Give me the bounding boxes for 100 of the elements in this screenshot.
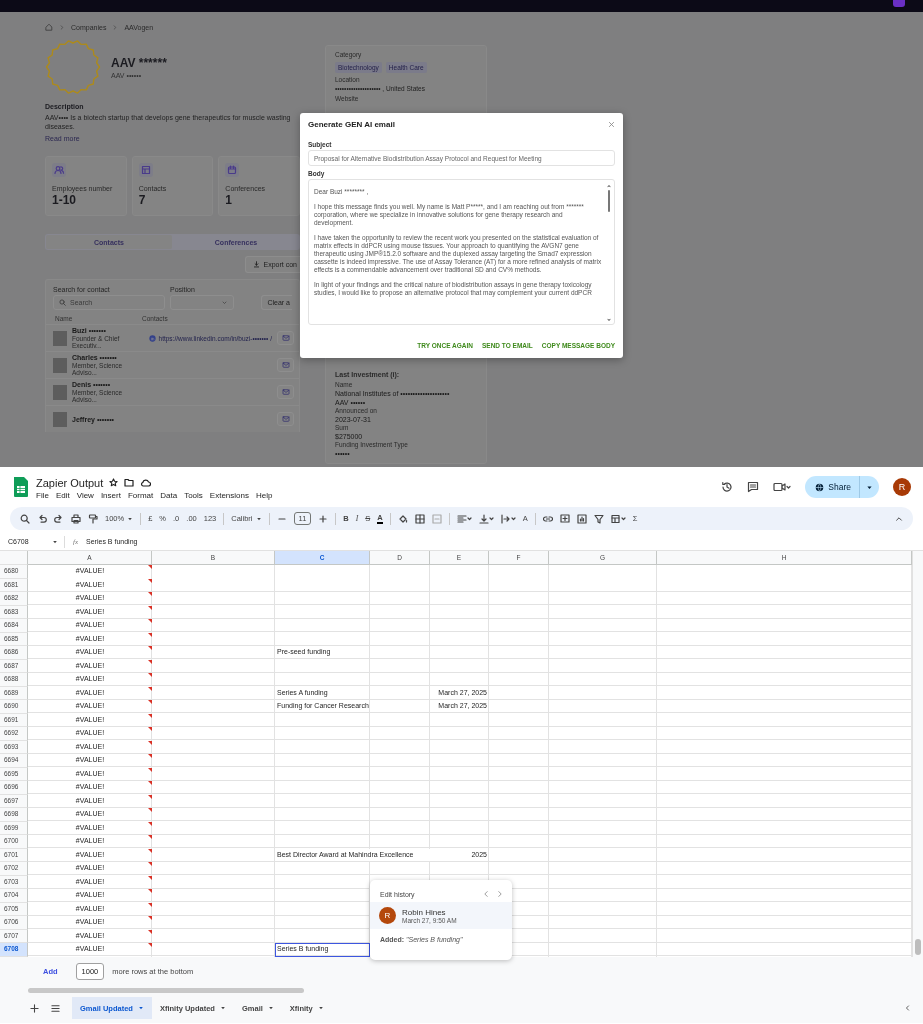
search-icon[interactable] [20,513,30,524]
envelope-icon [281,389,290,395]
error-marker-icon [148,740,152,745]
error-marker-icon [148,929,152,934]
stat-value: 7 [138,193,147,207]
error-marker-icon [148,781,152,785]
error-marker-icon [148,835,152,839]
board-icon [138,163,153,177]
sheets-logo-icon[interactable] [13,476,29,498]
error-marker-icon [148,808,152,812]
wrap-text-icon[interactable] [500,513,516,524]
align-left-icon[interactable] [456,513,472,524]
error-marker-icon [148,646,152,650]
envelope-icon [281,416,290,422]
error-marker-icon [148,592,152,596]
folder-icon[interactable] [124,478,135,487]
error-marker-icon [148,794,152,799]
people-icon [52,163,66,177]
error-marker-icon [148,902,152,907]
paint-format-icon[interactable] [88,513,98,524]
menu-item[interactable]: Tools [184,490,203,500]
add-sheet-icon[interactable] [30,1003,39,1013]
sheet-list-icon[interactable] [51,1003,60,1013]
error-marker-icon [148,875,152,880]
fill-color-icon[interactable] [397,513,408,524]
stat-value: 1-10 [52,193,78,207]
error-marker-icon [148,713,152,718]
caret-icon [222,300,227,305]
download-icon [252,261,260,268]
vertical-align-icon[interactable] [478,513,494,524]
error-marker-icon [148,767,152,772]
print-icon[interactable] [71,513,81,524]
table-view-icon[interactable] [610,513,626,524]
redo-icon[interactable] [54,513,64,524]
photo-placeholder [53,384,67,400]
menu-item[interactable]: Data [160,490,178,500]
menu-item[interactable]: Edit [55,490,70,500]
photo-placeholder [53,411,67,427]
caret-icon [137,1005,144,1011]
globe-icon [815,482,825,492]
comment-icon[interactable] [747,481,760,493]
caret-icon [127,515,134,522]
error-marker-icon [148,916,152,920]
error-marker-icon [148,700,152,704]
photo-placeholder [53,357,67,373]
document-title[interactable]: Zapier Output [36,476,104,489]
merge-cells-icon[interactable] [431,513,442,524]
company-name: AAV ****** [111,55,167,70]
error-marker-icon [148,848,152,853]
caret-icon [219,1005,226,1011]
menu-item[interactable]: Help [256,490,273,500]
undo-icon[interactable] [37,513,47,524]
stat-value: 1 [225,193,234,207]
scrollbar-thumb[interactable] [915,939,921,955]
error-marker-icon [148,862,152,866]
error-marker-icon [148,619,152,623]
error-marker-icon [148,821,152,826]
scrollbar-thumb[interactable] [28,987,304,993]
error-marker-icon [148,686,152,691]
menu-item[interactable]: Extensions [209,490,249,500]
body-field[interactable] [308,179,615,325]
envelope-icon [281,335,290,341]
profile-link-icon[interactable] [148,334,156,342]
user-avatar: R [379,907,396,924]
search-icon [59,299,66,306]
account-avatar[interactable]: R [893,478,911,496]
error-marker-icon [148,632,152,637]
error-marker-icon [148,889,152,893]
dialog-title: Generate GEN AI email [308,120,395,129]
menu-item[interactable]: File [36,490,49,500]
filter-icon[interactable] [593,513,604,524]
cloud-icon[interactable] [140,478,152,487]
user-name: Robin Hines [402,907,447,917]
share-button[interactable]: Share [805,476,879,498]
caret-icon [52,538,58,545]
photo-placeholder [53,330,67,346]
close-icon[interactable] [608,121,615,128]
error-marker-icon [148,673,152,677]
star-icon[interactable] [109,478,119,487]
history-icon[interactable] [721,481,734,493]
calendar-icon [225,163,240,177]
collapse-icon[interactable] [895,514,903,523]
borders-icon[interactable] [414,513,425,524]
chart-icon[interactable] [576,513,587,524]
error-marker-icon [148,943,152,947]
video-camera-icon[interactable] [773,482,792,492]
menu-item[interactable]: View [76,490,94,500]
chevron-icon [113,24,118,30]
error-marker-icon [148,754,152,758]
ring-logo-icon [45,39,101,95]
add-comment-icon[interactable] [559,513,570,524]
menu-item[interactable]: Insert [100,490,121,500]
envelope-icon [281,362,290,368]
menu-item[interactable]: Format [127,490,154,500]
caret-icon [866,483,873,491]
caret-icon [255,515,262,522]
plus-icon[interactable] [318,513,329,524]
link-icon[interactable] [542,513,553,524]
error-marker-icon [148,727,152,731]
caret-icon [267,1005,274,1011]
